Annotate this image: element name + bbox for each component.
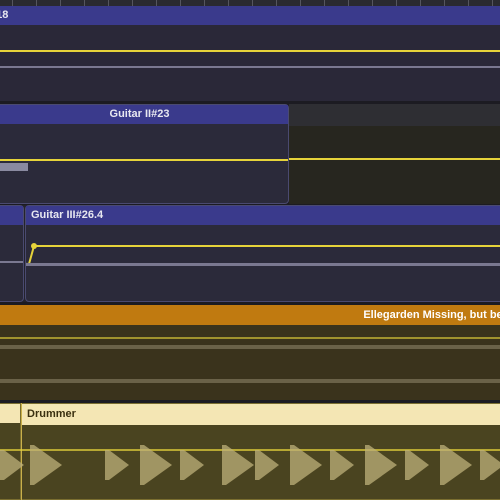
region-name xyxy=(0,404,20,423)
region-name xyxy=(0,206,23,225)
audio-region[interactable]: Guitar II#23 xyxy=(0,104,289,204)
drum-hit-shape xyxy=(290,445,322,485)
drum-hit-shape xyxy=(30,445,62,485)
waveform xyxy=(0,66,500,68)
waveform xyxy=(0,163,28,171)
automation-node[interactable] xyxy=(31,243,37,249)
drum-hit-shape xyxy=(222,445,254,485)
drum-hit-shape xyxy=(0,450,24,480)
region-name: Guitar II#23 xyxy=(0,105,288,124)
drum-hit-shape xyxy=(365,445,397,485)
waveform xyxy=(0,261,23,263)
drum-hit-shape xyxy=(140,445,172,485)
drum-hit-shape xyxy=(255,450,279,480)
drum-pattern-graphic xyxy=(0,445,500,485)
volume-automation-line[interactable] xyxy=(0,50,500,52)
volume-automation-line[interactable] xyxy=(0,337,500,339)
track-lane-1: #18 xyxy=(0,6,500,101)
audio-region[interactable] xyxy=(0,205,24,302)
volume-automation-curve[interactable] xyxy=(26,206,500,303)
drum-hit-shape xyxy=(105,450,129,480)
audio-region[interactable]: Guitar III#26.4 xyxy=(25,205,500,302)
drum-hit-shape xyxy=(440,445,472,485)
drum-hit-shape xyxy=(405,450,429,480)
waveform xyxy=(26,263,500,266)
region-name: Drummer xyxy=(22,404,500,425)
region-name: Ellegarden Missing, but bett xyxy=(0,305,500,325)
track-lane-4: Ellegarden Missing, but bett xyxy=(0,305,500,400)
region-name: #18 xyxy=(0,6,500,25)
drum-hit-shape xyxy=(180,450,204,480)
drum-hit-shape xyxy=(480,450,500,480)
volume-automation-line[interactable] xyxy=(0,159,288,161)
drum-hit-shape xyxy=(330,450,354,480)
waveform-bottom xyxy=(0,379,500,383)
track-lane-2: Guitar II#23 xyxy=(0,104,500,204)
waveform-top xyxy=(0,345,500,349)
track-lane-3: Guitar III#26.4 xyxy=(0,205,500,302)
audio-file-region[interactable]: Ellegarden Missing, but bett xyxy=(0,305,500,400)
audio-region[interactable]: #18 xyxy=(0,6,500,101)
